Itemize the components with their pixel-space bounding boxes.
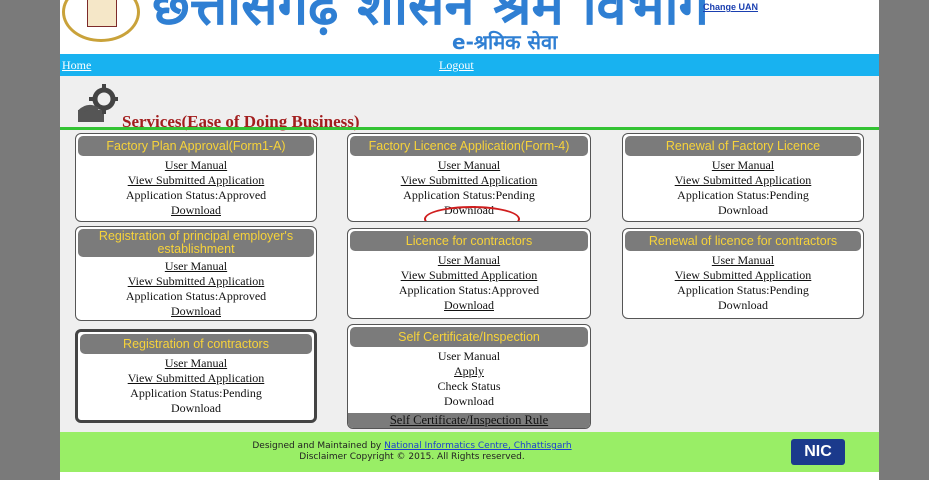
view-submitted-application-link[interactable]: View Submitted Application	[623, 173, 863, 188]
logout-link[interactable]: Logout	[439, 58, 474, 73]
disclaimer-text: Disclaimer Copyright © 2015. All Rights …	[299, 452, 525, 462]
view-submitted-application-link[interactable]: View Submitted Application	[76, 274, 316, 289]
application-status: Application Status:Pending	[677, 188, 809, 202]
self-certificate-rule-link[interactable]: Self Certificate/Inspection Rule	[348, 413, 590, 428]
view-submitted-application-link[interactable]: View Submitted Application	[76, 173, 316, 188]
card-title: Factory Licence Application(Form-4)	[350, 136, 588, 156]
services-panel: Services(Ease of Doing Business) Factory…	[60, 76, 879, 432]
footer-text: Designed and Maintained by National Info…	[60, 441, 764, 463]
user-manual-link[interactable]: User Manual	[623, 158, 863, 173]
card-title: Registration of principal employer's est…	[78, 229, 314, 257]
card-title: Renewal of Factory Licence	[625, 136, 861, 156]
nic-link[interactable]: National Informatics Centre, Chhattisgar…	[384, 441, 572, 451]
department-title: छत्तीसगढ़ शासन श्रम विभाग	[152, 0, 709, 37]
card-title: Factory Plan Approval(Form1-A)	[78, 136, 314, 156]
application-status: Application Status:Approved	[125, 289, 267, 303]
download-link[interactable]: Download	[76, 304, 316, 319]
check-status-link[interactable]: Check Status	[348, 379, 590, 394]
designed-by-text: Designed and Maintained by	[252, 441, 382, 451]
user-manual-link[interactable]: User Manual	[348, 253, 590, 268]
header: छत्तीसगढ़ शासन श्रम विभाग e-श्रमिक सेवा …	[60, 0, 879, 54]
card-factory-plan-approval: Factory Plan Approval(Form1-A) User Manu…	[75, 133, 317, 222]
user-manual-link[interactable]: User Manual	[78, 356, 314, 371]
change-uan-link[interactable]: Change UAN	[703, 2, 758, 12]
footer: Designed and Maintained by National Info…	[60, 432, 879, 472]
nav-bar: Home Logout	[60, 54, 879, 76]
user-manual-link[interactable]: User Manual	[76, 259, 316, 274]
download-link[interactable]: Download	[623, 298, 863, 313]
download-link[interactable]: Download	[76, 203, 316, 218]
card-title: Renewal of licence for contractors	[625, 231, 861, 251]
portal-subtitle: e-श्रमिक सेवा	[452, 30, 558, 54]
user-manual-link[interactable]: User Manual	[623, 253, 863, 268]
view-submitted-application-link[interactable]: View Submitted Application	[348, 173, 590, 188]
card-renewal-licence-contractors: Renewal of licence for contractors User …	[622, 228, 864, 319]
download-link[interactable]: Download	[348, 394, 590, 409]
download-link[interactable]: Download	[348, 298, 590, 313]
user-manual-link[interactable]: User Manual	[348, 158, 590, 173]
card-registration-principal-employer: Registration of principal employer's est…	[75, 226, 317, 321]
card-licence-for-contractors: Licence for contractors User Manual View…	[347, 228, 591, 319]
card-renewal-factory-licence: Renewal of Factory Licence User Manual V…	[622, 133, 864, 222]
application-status: Application Status:Approved	[125, 188, 267, 202]
card-title: Registration of contractors	[80, 334, 312, 354]
application-status: Application Status:Approved	[398, 283, 540, 297]
nic-logo: NIC	[791, 439, 845, 465]
apply-link[interactable]: Apply	[348, 364, 590, 379]
card-self-certificate-inspection: Self Certificate/Inspection User Manual …	[347, 324, 591, 429]
application-status: Application Status:Pending	[130, 386, 262, 400]
view-submitted-application-link[interactable]: View Submitted Application	[623, 268, 863, 283]
home-link[interactable]: Home	[62, 58, 91, 73]
card-title: Self Certificate/Inspection	[350, 327, 588, 347]
view-submitted-application-link[interactable]: View Submitted Application	[78, 371, 314, 386]
state-emblem-icon	[62, 0, 140, 42]
page: छत्तीसगढ़ शासन श्रम विभाग e-श्रमिक सेवा …	[60, 0, 879, 480]
divider	[60, 127, 879, 130]
application-status: Application Status:Pending	[403, 188, 535, 202]
card-title: Licence for contractors	[350, 231, 588, 251]
gear-icon	[78, 84, 118, 122]
user-manual-link[interactable]: User Manual	[76, 158, 316, 173]
emblem-shield	[87, 0, 117, 27]
view-submitted-application-link[interactable]: View Submitted Application	[348, 268, 590, 283]
download-link[interactable]: Download	[78, 401, 314, 416]
user-manual-link[interactable]: User Manual	[348, 349, 590, 364]
download-link[interactable]: Download	[623, 203, 863, 218]
application-status: Application Status:Pending	[677, 283, 809, 297]
card-factory-licence-application: Factory Licence Application(Form-4) User…	[347, 133, 591, 222]
card-registration-of-contractors: Registration of contractors User Manual …	[75, 329, 317, 423]
